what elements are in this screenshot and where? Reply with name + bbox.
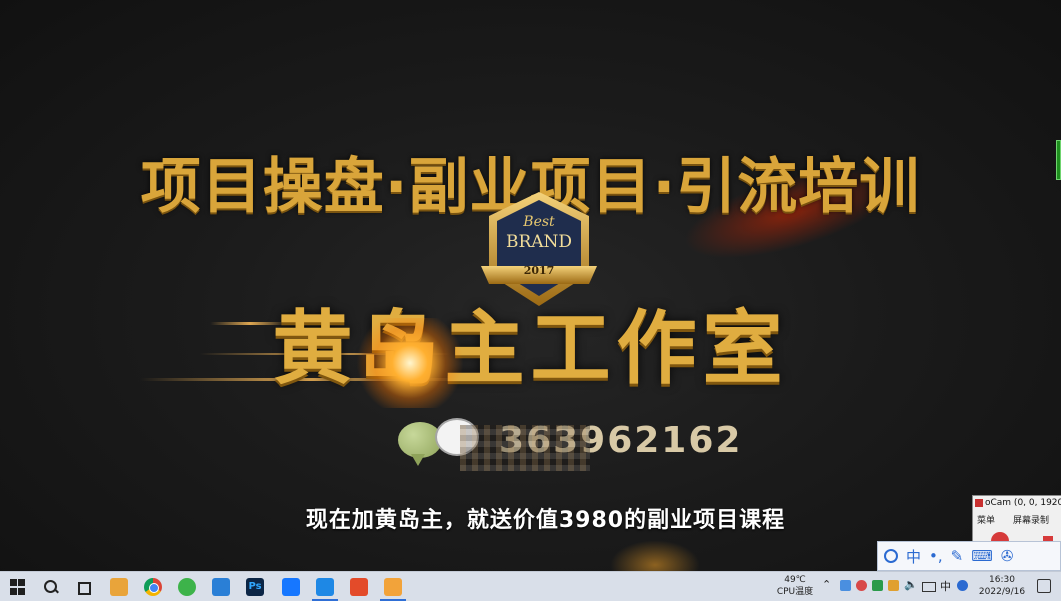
chevron-up-icon[interactable]: ⌃	[822, 578, 831, 591]
settings-wrench-icon[interactable]: ✇	[1001, 547, 1014, 565]
cpu-temp-label: CPU温度	[776, 587, 814, 597]
ime-mode-toggle[interactable]: 中	[906, 546, 921, 567]
app-icon[interactable]	[212, 578, 230, 596]
chrome-icon[interactable]	[144, 578, 162, 596]
ime-indicator[interactable]: 中	[940, 578, 951, 594]
edge-widget[interactable]	[1056, 140, 1061, 180]
promo-subtitle: 现在加黄岛主，就送价值3980的副业项目课程	[305, 508, 786, 533]
chat-bubble-tail-icon	[411, 454, 425, 466]
ime-logo-icon[interactable]	[884, 549, 898, 563]
ime-toolbar[interactable]: 中 •, ✎ ⌨ ✇	[877, 541, 1061, 571]
video-frame: 项目操盘·副业项目·引流培训 Best BRAND 2017 黄岛主工作室 36…	[0, 0, 1061, 571]
soft-keyboard-icon[interactable]: ⌨	[971, 547, 993, 565]
app-icon[interactable]	[316, 578, 334, 596]
browser-icon[interactable]	[178, 578, 196, 596]
tray-app-icon[interactable]	[888, 580, 899, 591]
task-view-icon[interactable]	[76, 578, 94, 596]
taskbar: Ps 49℃ CPU温度 ⌃ 🔈 中 16:30 2022/9/16	[0, 571, 1061, 601]
app-icon[interactable]	[110, 578, 128, 596]
ocam-app-icon	[975, 499, 983, 507]
ocam-menu-item[interactable]: 菜单	[977, 513, 995, 526]
photoshop-icon[interactable]: Ps	[246, 578, 264, 596]
skin-icon[interactable]: ✎	[951, 547, 964, 565]
cpu-temp-widget[interactable]: 49℃ CPU温度	[772, 574, 818, 598]
ocam-title: oCam (0, 0, 1920, 108	[985, 498, 1061, 508]
lens-flare	[355, 318, 465, 408]
pixelated-mosaic	[460, 425, 590, 471]
network-icon[interactable]	[922, 582, 936, 592]
tray-app-icon[interactable]	[957, 580, 968, 591]
studio-name: 黄岛主工作室	[272, 302, 789, 395]
cpu-temp-value: 49℃	[784, 575, 806, 585]
punctuation-icon[interactable]: •,	[929, 547, 943, 565]
tray-app-icon[interactable]	[840, 580, 851, 591]
app-icon[interactable]	[350, 578, 368, 596]
tray-app-icon[interactable]	[856, 580, 867, 591]
bokeh-light	[610, 540, 700, 571]
system-clock[interactable]: 16:30 2022/9/16	[976, 574, 1028, 598]
app-icon[interactable]	[282, 578, 300, 596]
search-icon[interactable]	[42, 578, 60, 596]
tray-app-icon[interactable]	[872, 580, 883, 591]
ocam-menu-item[interactable]: 屏幕录制	[1013, 513, 1049, 526]
volume-icon[interactable]: 🔈	[904, 578, 918, 591]
clock-time: 16:30	[989, 575, 1015, 585]
clock-date: 2022/9/16	[978, 587, 1026, 597]
start-icon[interactable]	[9, 578, 27, 596]
notification-icon[interactable]	[1037, 579, 1051, 593]
app-icon[interactable]	[384, 578, 402, 596]
